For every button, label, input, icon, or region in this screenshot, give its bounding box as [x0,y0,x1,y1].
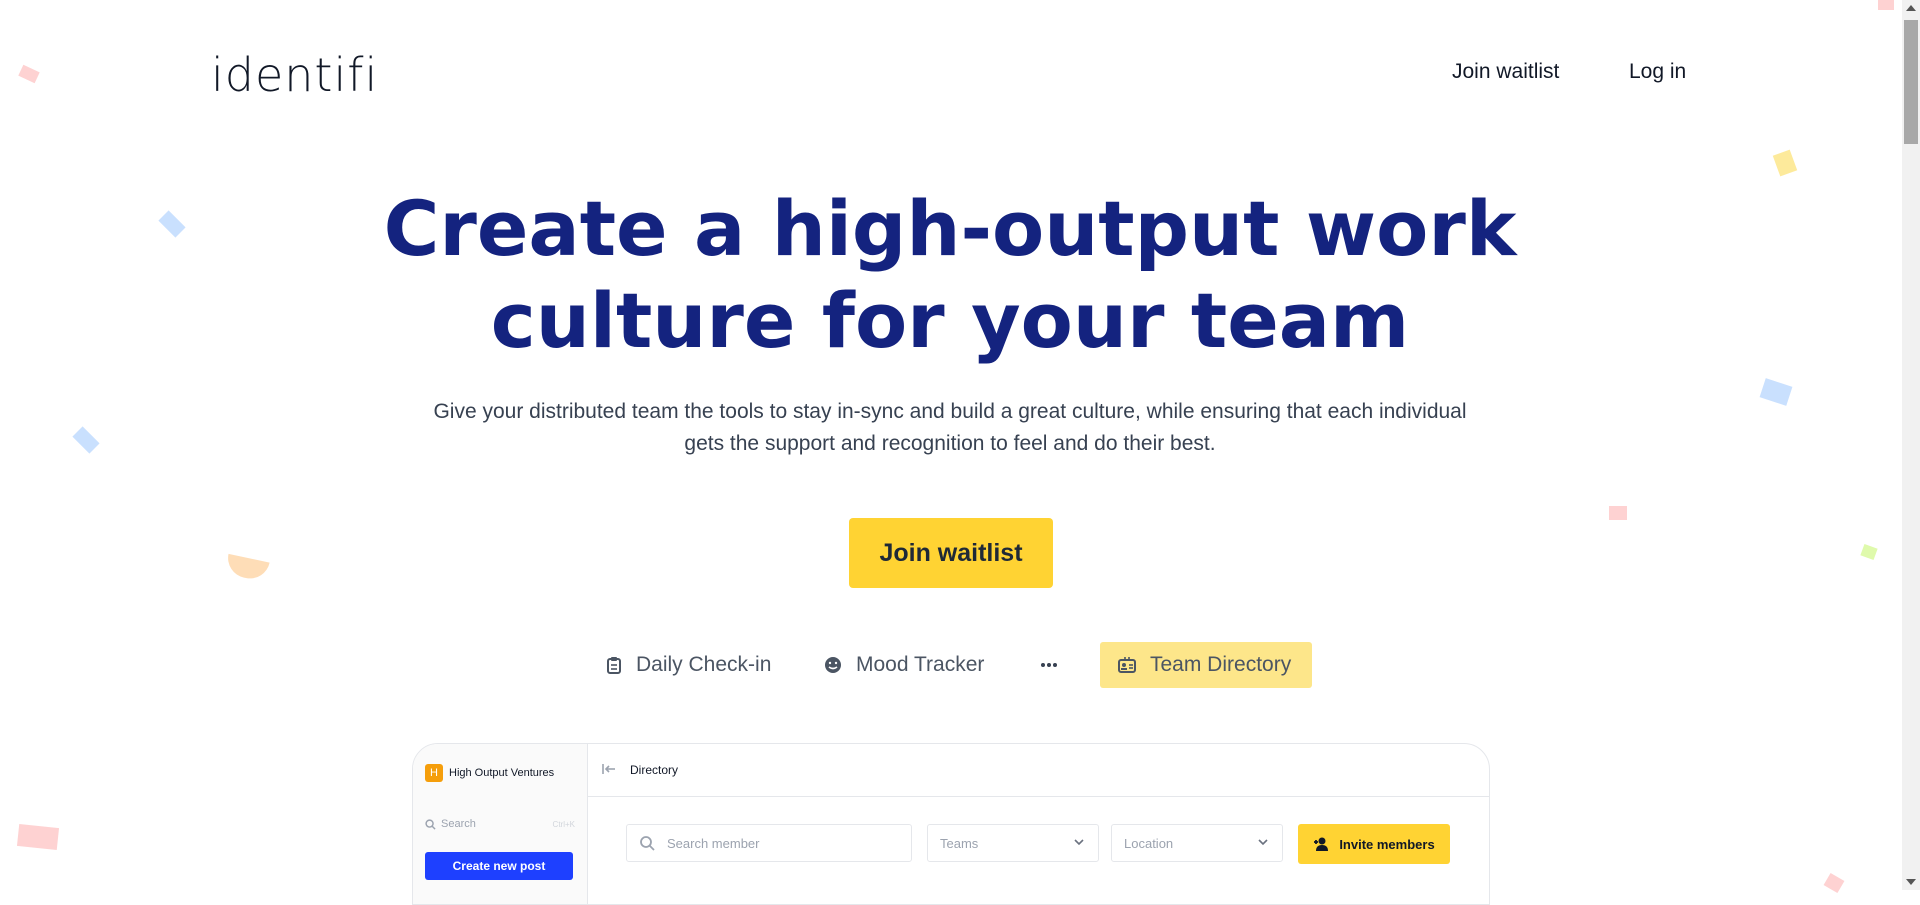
tab-more[interactable] [1040,642,1072,688]
hero-subtitle-line-2: gets the support and recognition to feel… [684,432,1216,455]
hero-title: Create a high-output work culture for yo… [0,183,1900,367]
app-preview: H High Output Ventures Search Ctrl+K Cre… [412,743,1490,905]
collapse-sidebar-icon[interactable] [602,763,616,778]
feature-tabs: Daily Check-in Mood Tracker Team Directo… [0,642,1900,690]
create-new-post-button[interactable]: Create new post [425,852,573,880]
tab-label: Mood Tracker [856,653,985,676]
confetti-decoration [1772,149,1798,177]
org-avatar: H [425,764,443,782]
teams-select-label: Teams [940,835,979,851]
invite-members-label: Invite members [1339,836,1435,852]
scrollbar-thumb[interactable] [1904,20,1918,144]
search-icon [425,818,436,830]
tab-team-directory[interactable]: Team Directory [1100,642,1312,688]
hero-subtitle: Give your distributed team the tools to … [400,396,1500,460]
confetti-decoration [1609,506,1627,520]
search-member-input[interactable]: Search member [626,824,912,862]
location-select-label: Location [1124,835,1174,851]
confetti-decoration [72,426,100,454]
join-waitlist-button[interactable]: Join waitlist [849,518,1053,588]
search-member-placeholder: Search member [667,835,760,851]
scroll-up-arrow-icon[interactable] [1906,5,1916,11]
search-icon [640,836,655,851]
confetti-decoration [1860,543,1878,561]
page-scrollbar[interactable] [1902,0,1920,890]
app-topbar: Directory [588,744,1489,797]
logo[interactable]: identifi [211,48,378,102]
hero-subtitle-line-1: Give your distributed team the tools to … [433,400,1467,423]
breadcrumb: Directory [630,763,679,777]
search-shortcut: Ctrl+K [552,819,575,829]
invite-members-button[interactable]: Invite members [1298,824,1450,864]
confetti-decoration [1759,378,1793,406]
add-user-icon [1314,837,1329,851]
smile-icon [825,657,841,673]
tab-daily-check-in[interactable]: Daily Check-in [606,642,771,688]
teams-select[interactable]: Teams [927,824,1099,862]
confetti-decoration [16,823,60,851]
app-sidebar: H High Output Ventures Search Ctrl+K Cre… [413,744,588,904]
sidebar-search-label: Search [441,818,476,830]
more-icon [1041,663,1057,667]
org-switcher[interactable]: H High Output Ventures [425,764,554,782]
hero-title-line-2: culture for your team [490,276,1410,365]
clipboard-icon [607,657,621,674]
tab-label: Team Directory [1150,653,1292,676]
join-waitlist-link[interactable]: Join waitlist [1452,60,1559,84]
confetti-decoration [1823,872,1845,894]
chevron-down-icon [1258,839,1268,846]
hero-title-line-1: Create a high-output work [383,184,1517,273]
tab-mood-tracker[interactable]: Mood Tracker [824,642,984,688]
chevron-down-icon [1074,839,1084,846]
sidebar-search[interactable]: Search Ctrl+K [425,818,575,830]
org-name: High Output Ventures [449,767,555,779]
scroll-down-arrow-icon[interactable] [1906,879,1916,885]
tab-label: Daily Check-in [636,653,772,676]
id-card-icon [1118,657,1136,673]
location-select[interactable]: Location [1111,824,1283,862]
site-header: identifi Join waitlist Log in [0,0,1900,150]
confetti-decoration [224,553,270,583]
log-in-link[interactable]: Log in [1629,60,1686,84]
